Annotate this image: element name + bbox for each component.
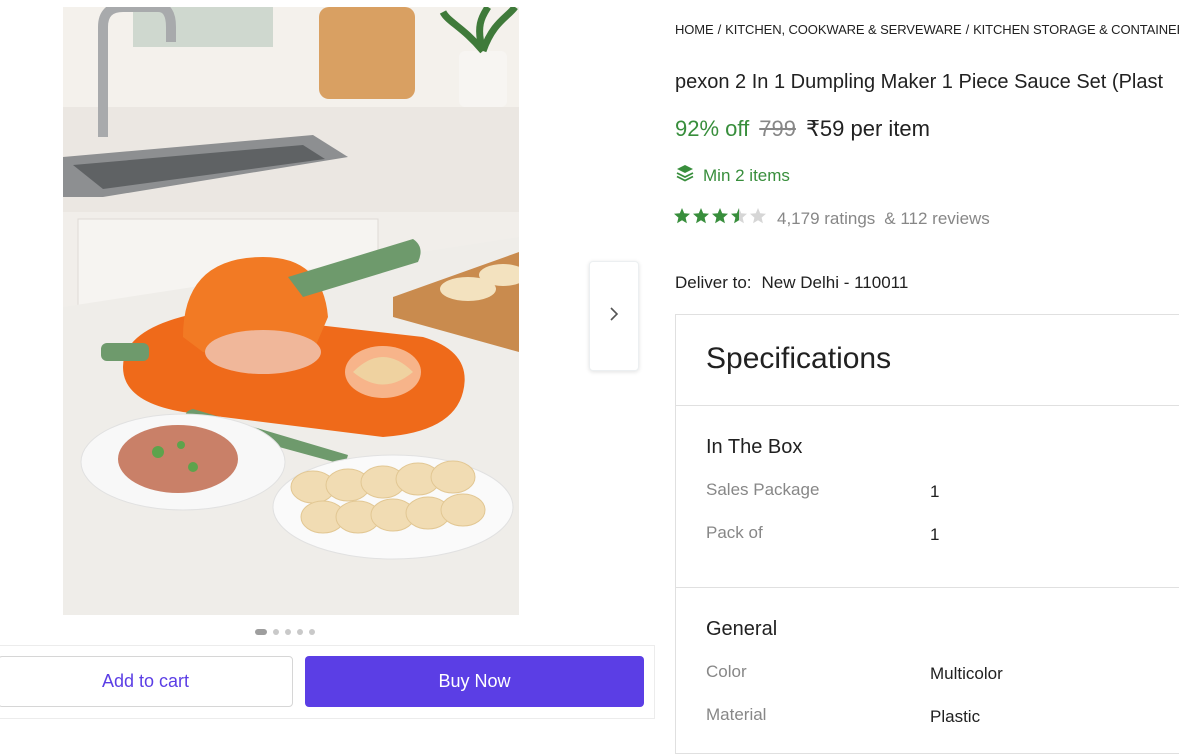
spec-value: 1 bbox=[930, 525, 940, 544]
price-row: 92% off 799 ₹59 per item bbox=[675, 116, 930, 142]
spec-key: Material bbox=[706, 705, 767, 724]
breadcrumb-kitchen-cookware[interactable]: KITCHEN, COOKWARE & SERVEWARE bbox=[725, 22, 962, 37]
min-items-info: Min 2 items bbox=[675, 163, 790, 188]
spec-group-title: General bbox=[706, 618, 778, 640]
divider bbox=[676, 405, 1179, 406]
star-icon bbox=[692, 207, 710, 230]
deliver-to-label: Deliver to: bbox=[675, 273, 752, 292]
star-icon bbox=[730, 207, 748, 230]
rating-stars bbox=[673, 207, 767, 230]
star-icon bbox=[673, 207, 691, 230]
chevron-right-icon bbox=[609, 306, 619, 326]
add-to-cart-button[interactable]: Add to cart bbox=[0, 656, 293, 707]
carousel-next-button[interactable] bbox=[589, 261, 639, 371]
min-items-label: Min 2 items bbox=[703, 165, 790, 185]
divider bbox=[676, 587, 1179, 588]
spec-value: 1 bbox=[930, 482, 940, 501]
mrp-price: 799 bbox=[759, 116, 796, 141]
star-icon bbox=[711, 207, 729, 230]
carousel-pagination bbox=[255, 629, 315, 635]
buy-now-button[interactable]: Buy Now bbox=[305, 656, 644, 707]
selling-price: ₹59 per item bbox=[805, 116, 930, 141]
carousel-dot[interactable] bbox=[285, 629, 291, 635]
carousel-dot[interactable] bbox=[297, 629, 303, 635]
delivery-location[interactable]: Deliver to: New Delhi - 110011 bbox=[675, 273, 908, 293]
breadcrumb-kitchen-storage[interactable]: KITCHEN STORAGE & CONTAINERS bbox=[973, 22, 1179, 37]
layers-icon bbox=[675, 163, 695, 188]
product-title: pexon 2 In 1 Dumpling Maker 1 Piece Sauc… bbox=[675, 71, 1164, 93]
delivery-location-value: New Delhi - 110011 bbox=[761, 273, 909, 292]
spec-value: Plastic bbox=[930, 707, 981, 726]
spec-key: Sales Package bbox=[706, 480, 820, 499]
reviews-count: & 112 reviews bbox=[884, 208, 990, 228]
spec-key: Pack of bbox=[706, 523, 763, 542]
discount-percent: 92% off bbox=[675, 116, 750, 141]
ratings-count: 4,179 ratings bbox=[777, 208, 876, 228]
rating-row[interactable]: 4,179 ratings & 112 reviews bbox=[673, 207, 990, 230]
breadcrumb-home[interactable]: HOME bbox=[675, 22, 714, 37]
spec-key: Color bbox=[706, 662, 747, 681]
star-icon bbox=[749, 207, 767, 230]
carousel-dot[interactable] bbox=[273, 629, 279, 635]
spec-value: Multicolor bbox=[930, 664, 1003, 683]
spec-group-title: In The Box bbox=[706, 436, 803, 458]
carousel-dot[interactable] bbox=[309, 629, 315, 635]
breadcrumb: HOME / KITCHEN, COOKWARE & SERVEWARE / KITCH… bbox=[675, 22, 1179, 37]
carousel-dot[interactable] bbox=[255, 629, 267, 635]
product-image[interactable] bbox=[63, 7, 519, 615]
specifications-heading: Specifications bbox=[706, 342, 892, 375]
